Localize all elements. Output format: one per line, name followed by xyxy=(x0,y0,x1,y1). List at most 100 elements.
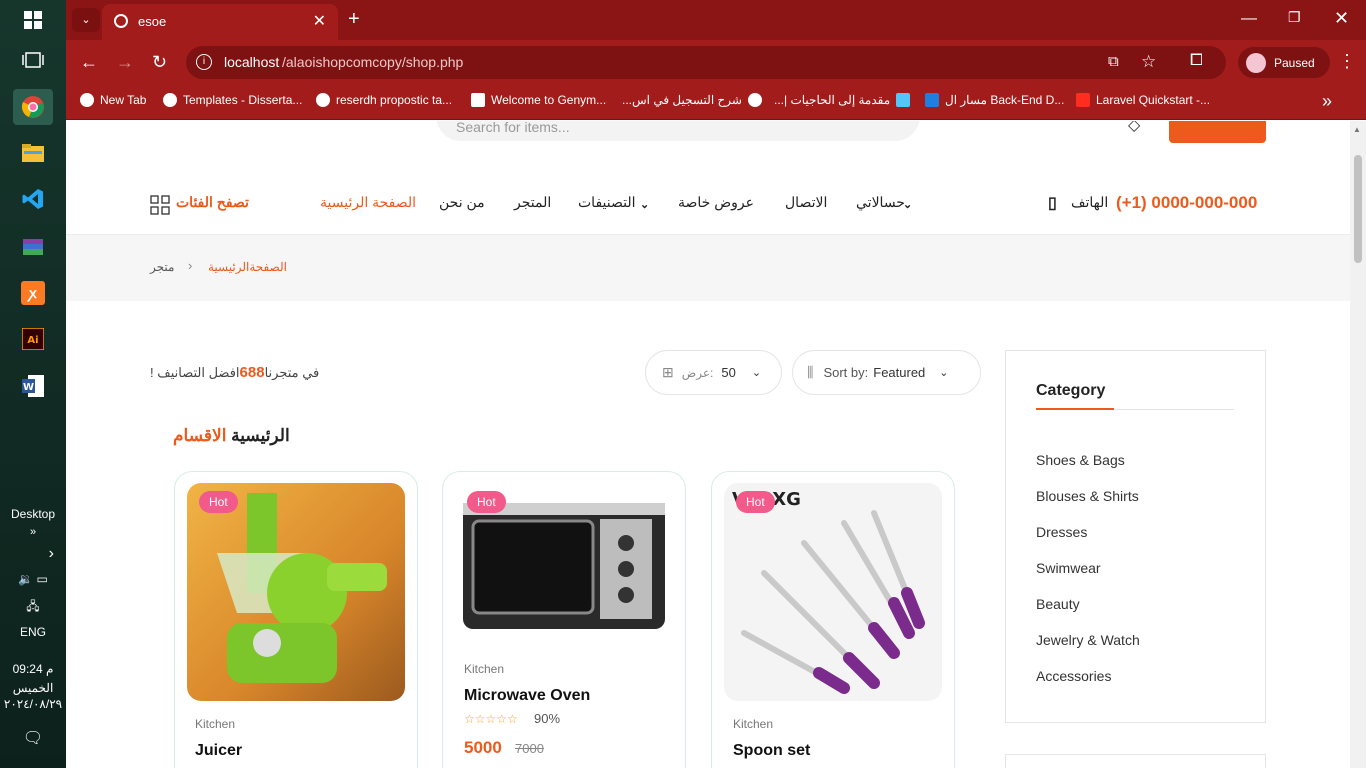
phone-icon: ▯ xyxy=(1048,195,1057,212)
close-window-icon[interactable]: ✕ xyxy=(1334,8,1349,29)
bookmark-item[interactable]: شرح التسجيل في اس... xyxy=(622,93,762,107)
bookmark-item[interactable]: مقدمة إلى الحاجيات |... xyxy=(774,93,911,107)
illustrator-icon[interactable]: Ai xyxy=(13,321,53,357)
bookmark-item[interactable]: New Tab xyxy=(80,93,146,107)
product-category[interactable]: Kitchen xyxy=(733,717,773,731)
product-title[interactable]: Microwave Oven xyxy=(464,687,590,705)
scrollbar-thumb[interactable] xyxy=(1354,155,1362,263)
file-explorer-icon[interactable] xyxy=(13,135,53,171)
restore-icon[interactable]: ❐ xyxy=(1288,9,1301,26)
bookmark-item[interactable]: Templates - Disserta... xyxy=(163,93,302,107)
browse-categories-button[interactable]: تصفح الفئات xyxy=(176,194,249,211)
svg-text:Ai: Ai xyxy=(27,335,38,346)
breadcrumb-separator: › xyxy=(188,258,193,273)
close-tab-icon[interactable]: ✕ xyxy=(313,11,326,31)
desktop-label[interactable]: Desktop xyxy=(0,507,66,521)
product-image[interactable]: Hot xyxy=(187,483,405,701)
bookmark-favicon-icon xyxy=(747,93,762,107)
avatar xyxy=(1246,52,1266,73)
forward-arrow-icon[interactable]: → xyxy=(116,52,134,73)
edraak-icon xyxy=(925,93,939,107)
product-image[interactable]: VIISXG Hot xyxy=(724,483,942,701)
nav-home[interactable]: الصفحة الرئيسية xyxy=(320,194,416,211)
search-input[interactable]: Search for items... xyxy=(436,121,920,141)
minimize-icon[interactable]: — xyxy=(1241,10,1257,28)
vscode-icon[interactable] xyxy=(13,181,53,217)
windows-start-icon[interactable] xyxy=(13,2,53,38)
extensions-icon[interactable]: ⧠ xyxy=(1190,52,1203,70)
header-action-button[interactable] xyxy=(1169,121,1266,143)
hot-badge: Hot xyxy=(199,491,238,513)
bookmark-item[interactable]: reserdh propostic ta... xyxy=(316,93,452,107)
product-title[interactable]: Juicer xyxy=(195,742,242,760)
breadcrumb-current: متجر xyxy=(150,260,175,274)
product-card[interactable]: Hot Kitchen Microwave Oven ☆☆☆☆☆ 90% 500… xyxy=(442,471,686,768)
bookmark-star-icon[interactable]: ☆ xyxy=(1141,52,1156,72)
nav-shop[interactable]: المتجر xyxy=(514,194,551,211)
tab-search-chevron-icon[interactable]: ⌄ xyxy=(72,8,100,32)
sidebar-item-shoes-bags[interactable]: Shoes & Bags xyxy=(1036,452,1125,468)
word-icon[interactable]: W xyxy=(13,368,53,404)
sidebar-item-swimwear[interactable]: Swimwear xyxy=(1036,560,1101,576)
site-logo[interactable] xyxy=(192,121,276,127)
grid-icon[interactable] xyxy=(150,195,170,220)
nav-categories[interactable]: التصنيفات xyxy=(578,194,636,211)
address-bar[interactable]: i localhost /alaoishopcomcopy/shop.php ⧉… xyxy=(186,46,1226,79)
flutter-icon xyxy=(896,93,911,107)
page-scrollbar[interactable]: ▲ xyxy=(1350,121,1366,768)
translate-icon[interactable]: ⧉ xyxy=(1108,53,1119,70)
network-icon[interactable]: 🖧 xyxy=(0,597,66,618)
reload-icon[interactable]: ↻ xyxy=(152,52,167,73)
sort-select[interactable]: ⫼ Sort by: Featured ⌄ xyxy=(792,350,981,395)
result-count: ! في متجرنا688افضل التصانيف xyxy=(150,364,320,381)
breadcrumb-home[interactable]: الصفحةالرئيسية xyxy=(208,260,287,274)
bookmarks-overflow-icon[interactable]: » xyxy=(1322,91,1332,112)
clock-time[interactable]: م 09:24 xyxy=(0,662,66,676)
task-view-icon[interactable] xyxy=(13,42,53,78)
hot-badge: Hot xyxy=(736,491,775,513)
language-indicator[interactable]: ENG xyxy=(0,625,66,639)
profile-button[interactable]: Paused xyxy=(1238,47,1330,78)
sidebar-item-accessories[interactable]: Accessories xyxy=(1036,668,1111,684)
bookmark-favicon-icon xyxy=(80,93,94,107)
nav-special-offers[interactable]: عروض خاصة xyxy=(678,194,754,211)
sidebar-next-widget xyxy=(1005,754,1266,768)
winrar-icon[interactable] xyxy=(13,229,53,265)
sidebar-item-blouses-shirts[interactable]: Blouses & Shirts xyxy=(1036,488,1139,504)
nav-my-account[interactable]: حسالاتي xyxy=(856,194,905,211)
nav-about[interactable]: من نحن xyxy=(439,194,485,211)
more-menu-icon[interactable]: ⋮ xyxy=(1338,51,1356,72)
sidebar-item-dresses[interactable]: Dresses xyxy=(1036,524,1087,540)
web-page: Search for items... ◇ تصفح الفئات الصفحة… xyxy=(66,121,1350,768)
double-chevron-down-icon[interactable]: » xyxy=(0,526,66,538)
bookmark-item[interactable]: Laravel Quickstart -... xyxy=(1076,93,1210,107)
product-title[interactable]: Spoon set xyxy=(733,742,810,760)
wishlist-icon[interactable]: ◇ xyxy=(1128,121,1140,135)
chrome-taskbar-icon[interactable] xyxy=(13,89,53,125)
notification-icon[interactable]: 🗨 xyxy=(0,728,66,748)
chevron-right-icon[interactable]: › xyxy=(0,545,66,563)
show-count-select[interactable]: ⊞ عرض: 50 ⌄ xyxy=(645,350,782,395)
bookmark-item[interactable]: مسار ال Back-End D... xyxy=(925,93,1064,107)
product-category[interactable]: Kitchen xyxy=(195,717,235,731)
url-path: /alaoishopcomcopy/shop.php xyxy=(282,54,464,70)
globe-icon xyxy=(114,14,128,28)
sidebar-item-beauty[interactable]: Beauty xyxy=(1036,596,1080,612)
volume-battery-icons[interactable]: 🔉 ▭ xyxy=(0,572,66,586)
scroll-up-icon[interactable]: ▲ xyxy=(1353,125,1361,134)
product-category[interactable]: Kitchen xyxy=(464,662,504,676)
tab-esoe[interactable]: esoe ✕ xyxy=(102,4,338,40)
product-card[interactable]: VIISXG Hot Kitchen Spoon set xyxy=(711,471,955,768)
new-tab-icon[interactable]: + xyxy=(348,8,360,31)
clock-date[interactable]: ٢٠٢٤/٠٨/٢٩ xyxy=(0,697,66,711)
sidebar-item-jewelry-watch[interactable]: Jewelry & Watch xyxy=(1036,632,1140,648)
site-info-icon[interactable]: i xyxy=(196,54,212,70)
laravel-icon xyxy=(1076,93,1090,107)
back-arrow-icon[interactable]: ← xyxy=(80,52,98,73)
clock-day[interactable]: الخميس xyxy=(0,681,66,695)
nav-contact[interactable]: الاتصال xyxy=(785,194,827,211)
product-card[interactable]: Hot Kitchen Juicer xyxy=(174,471,418,768)
xampp-icon[interactable]: ꭗ xyxy=(13,275,53,311)
bookmark-item[interactable]: Welcome to Genym... xyxy=(471,93,606,107)
phone-number[interactable]: (+1) 0000-000-000 xyxy=(1116,193,1257,213)
